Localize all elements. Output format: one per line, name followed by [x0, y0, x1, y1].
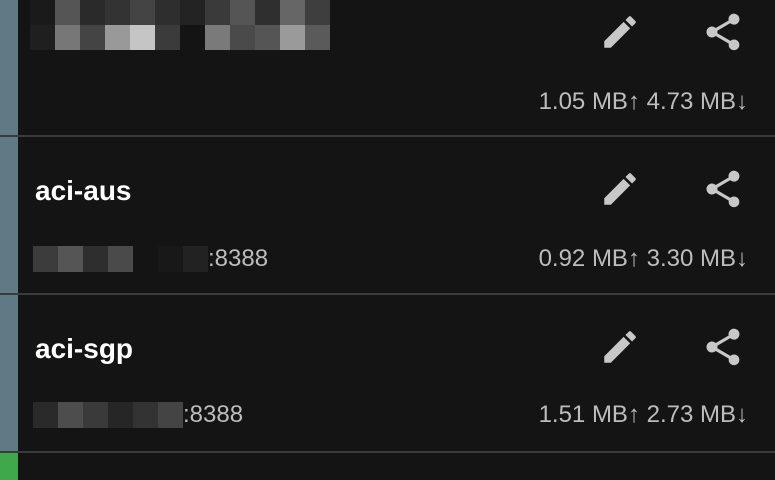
server-card[interactable]: aci-aus :8388 0.92 MB↑ 3.30 MB↓ [0, 137, 775, 295]
traffic-stats: 1.51 MB↑ 2.73 MB↓ [538, 401, 748, 428]
redacted-address [33, 246, 208, 272]
server-name: aci-sgp [35, 333, 134, 364]
share-icon [706, 328, 740, 366]
pencil-icon [604, 331, 636, 363]
share-icon [706, 13, 740, 51]
redacted-address [33, 402, 183, 428]
server-list: 1.05 MB↑ 4.73 MB↓ aci-aus :8388 0.92 MB↑… [0, 0, 775, 480]
pencil-icon [604, 16, 636, 48]
server-card[interactable]: aci-sgp :8388 1.51 MB↑ 2.73 MB↓ [0, 295, 775, 453]
server-status-stripe [0, 295, 18, 451]
server-status-stripe [0, 0, 18, 135]
server-status-stripe [0, 137, 18, 293]
traffic-stats: 1.05 MB↑ 4.73 MB↓ [538, 88, 748, 115]
share-button[interactable] [699, 8, 747, 56]
server-address: :8388 [33, 245, 268, 273]
share-button[interactable] [699, 323, 747, 371]
server-status-stripe [0, 453, 18, 480]
traffic-stats: 0.92 MB↑ 3.30 MB↓ [538, 245, 748, 272]
edit-button[interactable] [596, 323, 644, 371]
share-button[interactable] [699, 165, 747, 213]
edit-button[interactable] [596, 8, 644, 56]
server-port: :8388 [183, 401, 244, 428]
share-icon [706, 170, 740, 208]
edit-button[interactable] [596, 165, 644, 213]
server-card[interactable]: 1.05 MB↑ 4.73 MB↓ [0, 0, 775, 137]
server-port: :8388 [208, 245, 269, 272]
server-name: aci-aus [35, 175, 132, 206]
server-card[interactable] [0, 453, 775, 480]
redacted-server-info [30, 0, 330, 50]
server-address: :8388 [33, 401, 243, 429]
pencil-icon [604, 173, 636, 205]
